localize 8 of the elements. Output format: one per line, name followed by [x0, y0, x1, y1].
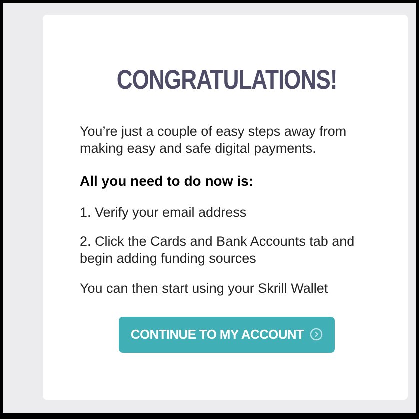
closing-paragraph: You can then start using your Skrill Wallet — [80, 280, 330, 298]
heading: CONGRATULATIONS! — [116, 64, 338, 97]
step-text: 2. Click the Cards and Bank Accounts tab and begin adding funding sources — [80, 232, 356, 266]
subheading: All you need to do now is: — [80, 172, 254, 191]
step-text: 1. Verify your email address — [80, 204, 248, 220]
chevron-circle-icon — [310, 328, 324, 342]
intro-paragraph: You’re just a couple of easy steps away from making easy and safe digital payments. — [80, 122, 348, 156]
continue-button[interactable]: CONTINUE TO MY ACCOUNT — [118, 316, 336, 353]
